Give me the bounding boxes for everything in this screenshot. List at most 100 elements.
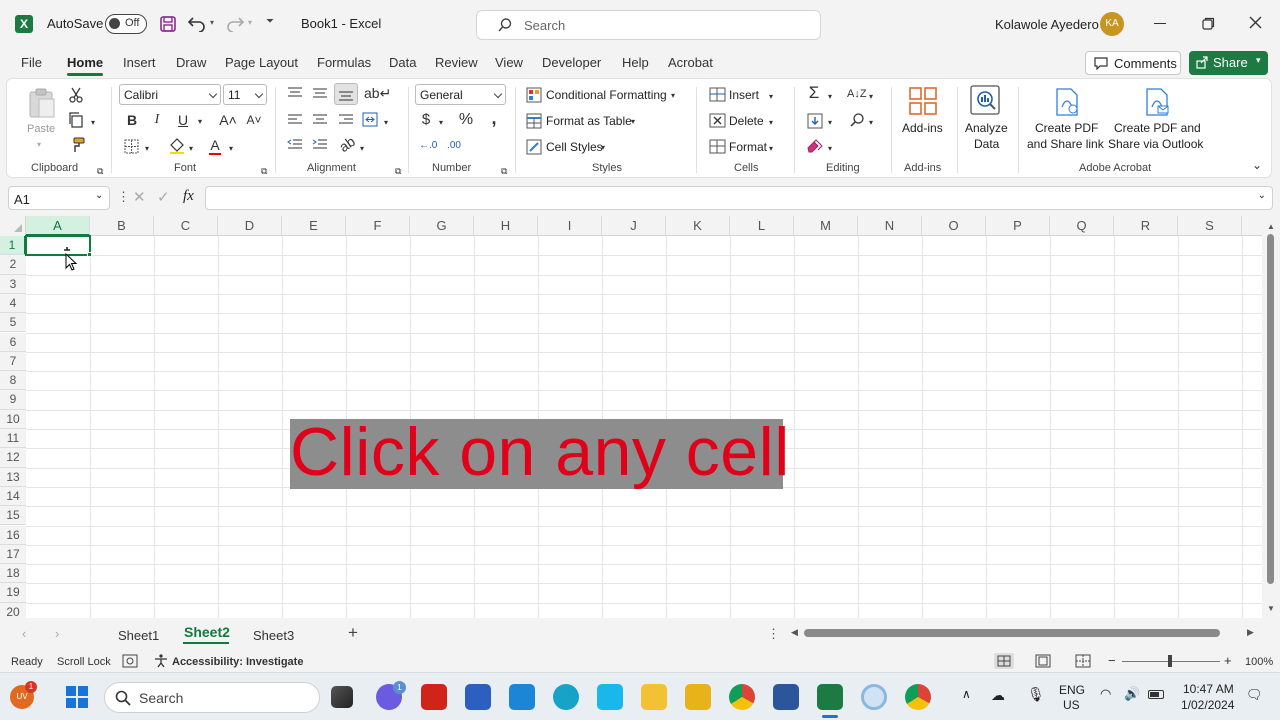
- font-size-select[interactable]: 11: [223, 84, 267, 105]
- restore-icon[interactable]: [1202, 17, 1215, 30]
- borders-dropdown-icon[interactable]: ▾: [145, 141, 149, 157]
- comments-button[interactable]: Comments: [1085, 51, 1181, 75]
- zoom-out-icon[interactable]: −: [1108, 653, 1116, 668]
- format-as-table-icon[interactable]: [526, 113, 542, 129]
- merge-center-icon[interactable]: [362, 112, 378, 127]
- column-header-m[interactable]: M: [794, 216, 858, 236]
- conditional-formatting-icon[interactable]: [526, 87, 542, 103]
- find-select-icon[interactable]: [849, 112, 865, 128]
- decrease-indent-icon[interactable]: [287, 139, 303, 151]
- analyze-data-icon[interactable]: [969, 84, 1001, 116]
- row-header-3[interactable]: 3: [0, 274, 26, 294]
- scroll-left-icon[interactable]: ◀: [791, 627, 798, 638]
- column-header-k[interactable]: K: [666, 216, 730, 236]
- column-header-a[interactable]: A: [26, 216, 90, 236]
- file-explorer-icon[interactable]: [641, 684, 667, 710]
- decrease-font-icon[interactable]: A˅: [245, 112, 263, 128]
- align-right-icon[interactable]: [338, 114, 354, 126]
- clear-icon[interactable]: [807, 139, 823, 153]
- undo-dropdown-icon[interactable]: ▾: [210, 18, 214, 27]
- create-pdf-share-link-icon[interactable]: [1053, 87, 1081, 117]
- undo-icon[interactable]: [187, 14, 207, 32]
- copy-dropdown-icon[interactable]: ▾: [91, 115, 95, 131]
- row-header-16[interactable]: 16: [0, 525, 26, 545]
- accessibility-status[interactable]: Accessibility: Investigate: [172, 656, 303, 668]
- underline-icon[interactable]: U: [177, 112, 189, 128]
- currency-icon[interactable]: $: [421, 112, 431, 128]
- column-header-f[interactable]: F: [346, 216, 410, 236]
- italic-icon[interactable]: I: [152, 112, 162, 128]
- vertical-scrollbar[interactable]: ▲ ▼: [1262, 216, 1280, 618]
- add-ins-button-label[interactable]: Add-ins: [902, 121, 943, 135]
- search-box[interactable]: Search: [476, 10, 821, 40]
- avatar[interactable]: KA: [1100, 12, 1124, 36]
- edge-icon[interactable]: [553, 684, 579, 710]
- cut-icon[interactable]: [69, 87, 83, 103]
- clock-time[interactable]: 10:47 AM: [1183, 682, 1234, 696]
- sheet-tab-sheet3[interactable]: Sheet3: [253, 628, 294, 643]
- column-header-r[interactable]: R: [1114, 216, 1178, 236]
- middle-align-icon[interactable]: [312, 87, 328, 99]
- column-header-g[interactable]: G: [410, 216, 474, 236]
- row-header-15[interactable]: 15: [0, 506, 26, 526]
- sheet-tab-sheet1[interactable]: Sheet1: [118, 628, 159, 643]
- find-select-dropdown-icon[interactable]: ▾: [869, 115, 873, 131]
- row-header-11[interactable]: 11: [0, 429, 26, 449]
- worksheet-grid[interactable]: ABCDEFGHIJKLMNOPQRS 1 2 3 4 5 6 7 8 9 10 11 12 13 14 1…: [0, 216, 1262, 618]
- insert-function-icon[interactable]: fx: [183, 188, 194, 205]
- row-header-12[interactable]: 12: [0, 448, 26, 468]
- notification-icon[interactable]: 🗨: [1246, 687, 1263, 703]
- create-pdf-outlook-label-1[interactable]: Create PDF and: [1114, 121, 1201, 135]
- prev-sheet-icon[interactable]: ‹: [22, 626, 26, 641]
- orientation-dropdown-icon[interactable]: ▾: [360, 141, 364, 157]
- power-bi-icon[interactable]: [685, 684, 711, 710]
- orientation-icon[interactable]: ab: [336, 133, 358, 155]
- row-header-13[interactable]: 13: [0, 467, 26, 487]
- row-header-8[interactable]: 8: [0, 371, 26, 391]
- scroll-down-icon[interactable]: ▼: [1267, 604, 1275, 613]
- bottom-align-icon[interactable]: [334, 83, 358, 105]
- chrome-icon[interactable]: [729, 684, 755, 710]
- format-as-table-dropdown-icon[interactable]: ▾: [631, 114, 635, 130]
- vertical-scroll-thumb[interactable]: [1267, 234, 1274, 584]
- acrobat-icon[interactable]: [421, 684, 447, 710]
- analyze-data-label-2[interactable]: Data: [974, 137, 999, 151]
- format-cells-icon[interactable]: [709, 139, 726, 154]
- wrap-text-icon[interactable]: ab↵: [364, 85, 391, 101]
- increase-font-icon[interactable]: A˄: [219, 112, 237, 128]
- format-cells-label[interactable]: Format: [729, 140, 767, 154]
- selected-cell-a1[interactable]: [25, 235, 91, 256]
- font-color-icon[interactable]: A: [209, 137, 221, 155]
- tab-view[interactable]: View: [495, 55, 523, 70]
- redo-icon[interactable]: [225, 14, 245, 32]
- microphone-icon[interactable]: 🎙: [1027, 686, 1045, 703]
- bold-icon[interactable]: B: [126, 112, 138, 128]
- insert-cells-dropdown-icon[interactable]: ▾: [769, 89, 773, 105]
- paste-dropdown-icon[interactable]: ▾: [37, 137, 41, 153]
- scroll-right-icon[interactable]: ▶: [1247, 627, 1254, 638]
- column-header-h[interactable]: H: [474, 216, 538, 236]
- add-sheet-icon[interactable]: +: [348, 623, 358, 643]
- task-view-icon[interactable]: [331, 686, 353, 708]
- column-header-d[interactable]: D: [218, 216, 282, 236]
- column-header-n[interactable]: N: [858, 216, 922, 236]
- redo-dropdown-icon[interactable]: ▾: [248, 18, 252, 27]
- decrease-decimal-icon[interactable]: .00: [445, 138, 463, 154]
- cell-styles-icon[interactable]: [526, 139, 542, 155]
- underline-dropdown-icon[interactable]: ▾: [198, 114, 202, 130]
- power-automate-icon[interactable]: [465, 684, 491, 710]
- column-header-i[interactable]: I: [538, 216, 602, 236]
- autosave-toggle[interactable]: Off: [105, 14, 147, 34]
- column-header-q[interactable]: Q: [1050, 216, 1114, 236]
- fill-color-dropdown-icon[interactable]: ▾: [189, 141, 193, 157]
- add-ins-icon[interactable]: [908, 86, 938, 116]
- select-all-button[interactable]: [0, 216, 26, 236]
- row-header-14[interactable]: 14: [0, 486, 26, 507]
- comma-style-icon[interactable]: ,: [489, 109, 499, 127]
- normal-view-icon[interactable]: [994, 653, 1014, 669]
- wifi-icon[interactable]: ◠: [1100, 686, 1111, 702]
- close-icon[interactable]: [1249, 16, 1262, 29]
- fill-icon[interactable]: [807, 113, 823, 129]
- conditional-formatting-label[interactable]: Conditional Formatting: [546, 88, 667, 102]
- store-icon[interactable]: [509, 684, 535, 710]
